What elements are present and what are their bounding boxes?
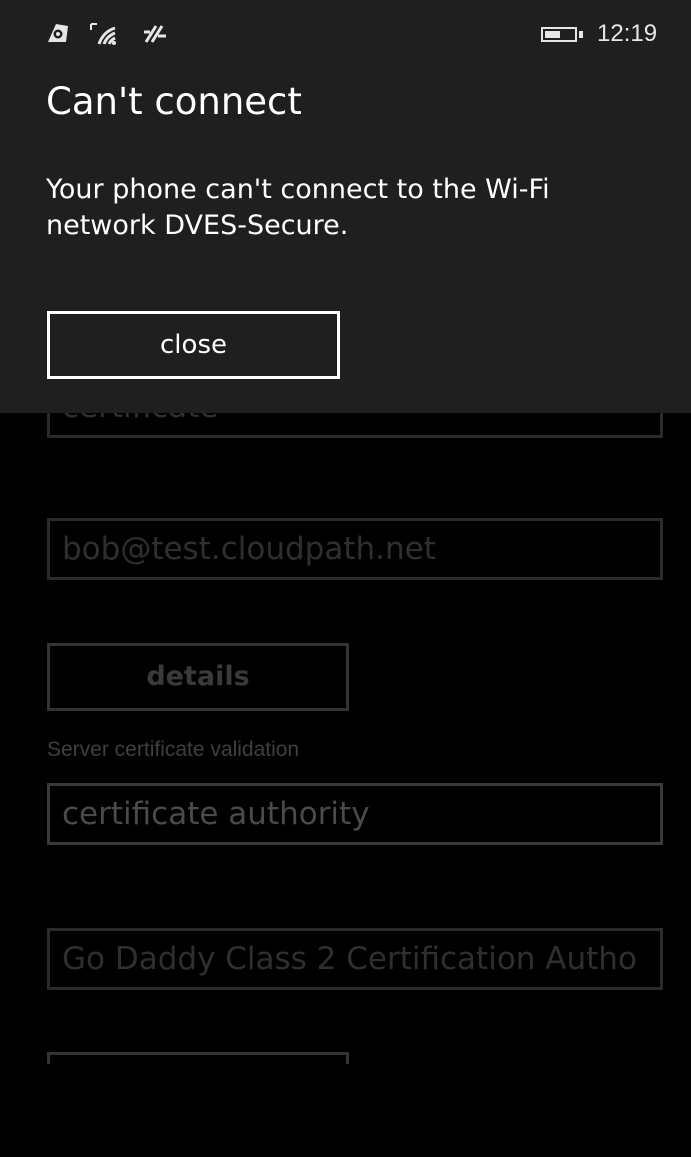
server-validation-label: Server certificate validation (47, 738, 300, 761)
wifi-signal-icon (87, 22, 123, 51)
nfc-icon (46, 22, 70, 49)
validation-method-field: certificate authority (47, 783, 663, 845)
clock: 12:19 (597, 20, 658, 47)
cant-connect-dialog: 12:19 Can't connect Your phone can't con… (0, 0, 691, 413)
dialog-message: Your phone can't connect to the Wi-Fi ne… (46, 174, 550, 241)
certificate-authority-field: Go Daddy Class 2 Certification Autho (47, 928, 663, 990)
partial-button (47, 1052, 349, 1064)
username-value: bob@test.cloudpath.net (62, 531, 436, 567)
certificate-authority-value: Go Daddy Class 2 Certification Autho (62, 941, 637, 977)
data-sync-icon (142, 22, 168, 51)
battery-tip (579, 31, 583, 38)
battery-level (545, 31, 560, 38)
battery-icon (541, 27, 577, 42)
validation-method-value: certificate authority (62, 796, 370, 832)
details-button: details (47, 643, 349, 711)
details-label: details (146, 661, 250, 692)
close-button[interactable]: close (47, 311, 340, 379)
username-field: bob@test.cloudpath.net (47, 518, 663, 580)
status-bar: 12:19 (0, 0, 691, 60)
dialog-title: Can't connect (46, 80, 302, 123)
